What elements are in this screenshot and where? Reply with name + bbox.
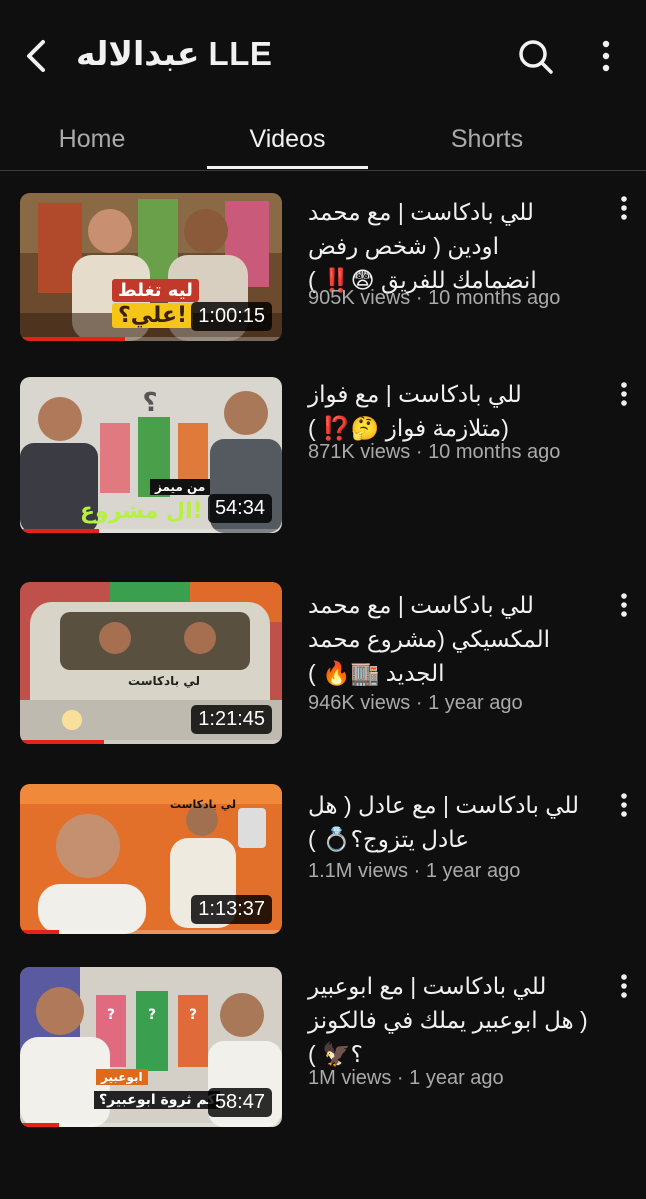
video-thumbnail[interactable]: ? ? ? ابوعبير كم ثروة ابوعبير؟ 58:47 xyxy=(20,967,282,1127)
view-count: 1M views xyxy=(308,1067,392,1089)
svg-text:?: ? xyxy=(107,1007,115,1023)
watch-progress-track xyxy=(20,930,282,934)
watch-progress-bar xyxy=(20,529,99,533)
view-count: 871K views xyxy=(308,441,411,463)
video-row: ؟ من ميمز ال مشروع! 54:34 للي بادكاست | … xyxy=(0,377,646,535)
more-vertical-icon[interactable] xyxy=(612,376,636,412)
video-row: ? ? ? ابوعبير كم ثروة ابوعبير؟ 58:47 للي… xyxy=(0,967,646,1129)
upload-age: 10 months ago xyxy=(428,441,561,463)
tab-home[interactable]: Home xyxy=(30,110,154,168)
top-app-bar: عبدالاله LLE xyxy=(0,0,646,110)
video-title-line: للي بادكاست | مع محمد xyxy=(308,592,534,618)
video-metadata: 1M views · 1 year ago xyxy=(308,1067,504,1089)
watch-progress-bar xyxy=(20,740,104,744)
video-title-line: اودين ( شخص رفض xyxy=(308,233,500,259)
upload-age: 1 year ago xyxy=(425,860,521,882)
video-row: ليه تغلط علي؟! 1:00:15 للي بادكاست | مع … xyxy=(0,193,646,343)
video-title-line: ( هل ابوعبير يملك في فالكونز xyxy=(308,1007,588,1033)
upload-age: 1 year ago xyxy=(428,692,523,714)
video-title-line: الجديد 🏬🔥 ) xyxy=(308,660,445,686)
svg-text:?: ? xyxy=(148,1007,156,1023)
video-title-line: عادل يتزوج؟💍 ) xyxy=(308,826,469,852)
more-vertical-icon[interactable] xyxy=(612,190,636,226)
video-duration: 54:34 xyxy=(207,494,272,523)
video-title[interactable]: للي بادكاست | مع محمد اودين ( شخص رفض ان… xyxy=(308,195,604,297)
video-metadata: 946K views · 1 year ago xyxy=(308,692,523,714)
thumbnail-caption: لي بادكاست xyxy=(128,674,200,688)
tab-videos[interactable]: Videos xyxy=(207,110,368,168)
thumbnail-caption: ال مشروع! xyxy=(80,499,203,524)
channel-tabs: Home Videos Shorts xyxy=(0,110,646,171)
video-duration: 58:47 xyxy=(207,1088,272,1117)
video-title-line: للي بادكاست | مع عادل ( هل xyxy=(308,792,580,818)
video-duration: 1:00:15 xyxy=(191,302,272,331)
video-title[interactable]: للي بادكاست | مع فواز (متلازمة فواز 🤔⁉️ … xyxy=(308,377,604,445)
video-duration: 1:21:45 xyxy=(191,705,272,734)
video-title-line: للي بادكاست | مع فواز xyxy=(308,381,522,407)
thumbnail-caption: من ميمز xyxy=(150,479,211,495)
video-title-line: للي بادكاست | مع ابوعبير xyxy=(308,973,547,999)
more-vertical-icon[interactable] xyxy=(612,968,636,1004)
view-count: 905K views xyxy=(308,287,411,309)
video-title[interactable]: للي بادكاست | مع عادل ( هل عادل يتزوج؟💍 … xyxy=(308,788,604,856)
video-thumbnail[interactable]: ليه تغلط علي؟! 1:00:15 xyxy=(20,193,282,341)
upload-age: 1 year ago xyxy=(409,1067,504,1089)
video-title[interactable]: للي بادكاست | مع محمد المكسيكي (مشروع مح… xyxy=(308,588,604,690)
upload-age: 10 months ago xyxy=(428,287,561,309)
svg-text:?: ? xyxy=(189,1007,197,1023)
watch-progress-bar xyxy=(20,1123,60,1127)
more-vertical-icon[interactable] xyxy=(592,36,620,76)
watch-progress-bar xyxy=(20,337,125,341)
video-title-line: (متلازمة فواز 🤔⁉️ ) xyxy=(308,415,509,441)
active-tab-indicator xyxy=(207,166,368,169)
search-icon[interactable] xyxy=(514,36,556,76)
thumbnail-caption: كم ثروة ابوعبير؟ xyxy=(94,1091,221,1109)
video-title[interactable]: للي بادكاست | مع ابوعبير ( هل ابوعبير يم… xyxy=(308,969,604,1071)
back-arrow-icon[interactable] xyxy=(18,36,54,76)
svg-text:؟: ؟ xyxy=(142,388,157,418)
video-title-line: ؟🦅 ) xyxy=(308,1041,363,1067)
video-title-line: للي بادكاست | مع محمد xyxy=(308,199,534,225)
channel-title: عبدالاله LLE xyxy=(76,35,273,72)
video-thumbnail[interactable]: ؟ من ميمز ال مشروع! 54:34 xyxy=(20,377,282,533)
video-row: لي بادكاست 1:21:45 للي بادكاست | مع محمد… xyxy=(0,582,646,746)
video-thumbnail[interactable]: لي بادكاست 1:21:45 xyxy=(20,582,282,744)
video-metadata: 871K views · 10 months ago xyxy=(308,441,561,463)
video-thumbnail[interactable]: لي بادكاست 1:13:37 xyxy=(20,784,282,934)
thumbnail-caption: لي بادكاست xyxy=(170,798,236,811)
video-metadata: 1.1M views · 1 year ago xyxy=(308,860,521,882)
video-title-line: المكسيكي (مشروع محمد xyxy=(308,626,551,652)
tab-shorts[interactable]: Shorts xyxy=(420,110,554,168)
more-vertical-icon[interactable] xyxy=(612,787,636,823)
video-metadata: 905K views · 10 months ago xyxy=(308,287,561,309)
video-duration: 1:13:37 xyxy=(191,895,272,924)
thumbnail-caption: علي؟! xyxy=(112,303,194,328)
watch-progress-bar xyxy=(20,930,60,934)
more-vertical-icon[interactable] xyxy=(612,587,636,623)
thumbnail-caption: ابوعبير xyxy=(96,1069,148,1085)
watch-progress-track xyxy=(20,1123,282,1127)
view-count: 1.1M views xyxy=(308,860,409,882)
video-row: لي بادكاست 1:13:37 للي بادكاست | مع عادل… xyxy=(0,784,646,936)
view-count: 946K views xyxy=(308,692,411,714)
thumbnail-caption: ليه تغلط xyxy=(112,279,199,302)
